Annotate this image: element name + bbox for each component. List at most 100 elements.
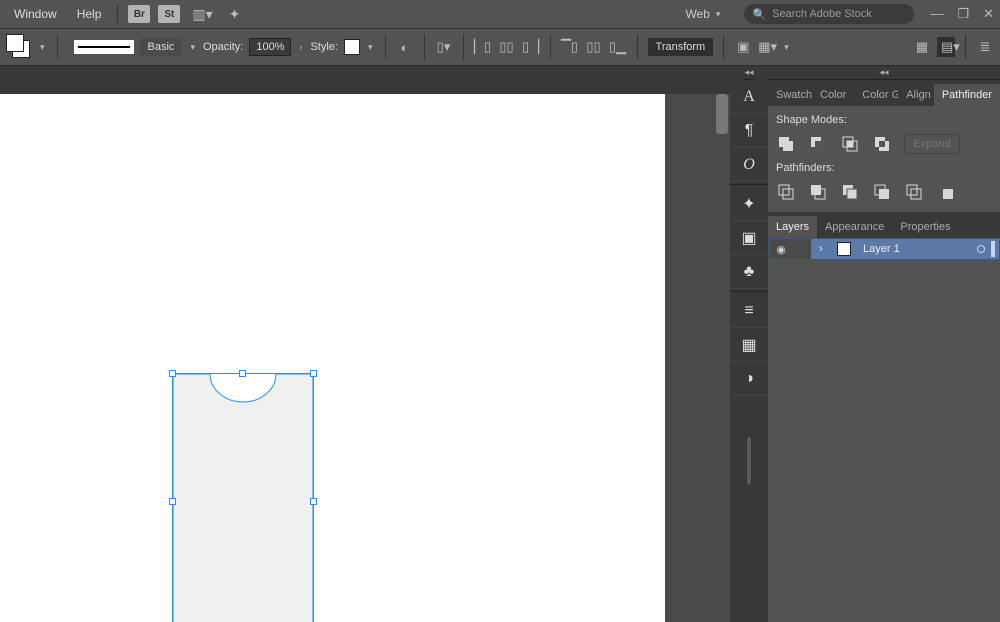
tshirt-neck-path-icon [173, 374, 313, 622]
chevron-right-icon[interactable]: › [297, 42, 304, 52]
stock-button[interactable]: St [158, 5, 180, 23]
fill-stroke-swatch[interactable] [6, 34, 32, 60]
workspace-switcher[interactable]: Web ▾ [677, 5, 730, 23]
chevron-down-icon[interactable]: ▾ [38, 42, 47, 53]
chevron-down-icon[interactable]: ▾ [782, 42, 791, 53]
scroll-thumb[interactable] [716, 94, 728, 134]
pathfinder-panel: Shape Modes: Expand Pathfinders: [768, 106, 1000, 212]
panel-dock-icon[interactable]: ▤▾ [937, 37, 955, 57]
align-right-icon[interactable]: ▯▕ [522, 39, 540, 55]
minimize-button[interactable]: — [930, 6, 943, 22]
tab-layers[interactable]: Layers [768, 216, 817, 238]
layers-tabstrip: Layers Appearance Properties [768, 212, 1000, 238]
tab-well [0, 66, 730, 94]
outline-icon[interactable] [904, 182, 924, 202]
gpu-preview-icon[interactable]: ✦ [223, 6, 247, 23]
collapse-rail-icon[interactable]: ◂◂ [744, 66, 753, 80]
align-to-icon[interactable]: ▯▾ [435, 39, 453, 55]
panel-menu-icon[interactable]: ≣ [976, 39, 994, 55]
align-panel-icon[interactable]: ▣ [730, 221, 768, 255]
right-panels: ◂◂ Swatches Color Color Guide Align Path… [768, 66, 1000, 622]
visibility-toggle-icon[interactable]: ◉ [769, 239, 793, 259]
panel-layout-icon[interactable]: ▦ [913, 39, 931, 55]
options-bar: ▾ Basic ▾ Opacity: 100% › Style: ▾ ◐ ▯▾ … [0, 28, 1000, 66]
stroke-panel-icon[interactable]: ≡ [730, 294, 768, 328]
stroke-weight-preview[interactable] [74, 40, 134, 54]
opentype-panel-icon[interactable]: O [730, 148, 768, 182]
collapsed-panels-rail: ◂◂ A ¶ O ✦ ▣ ♣ ≡ ▦ ◑ [730, 66, 768, 622]
edit-contents-icon[interactable]: ▦▾ [758, 39, 776, 55]
tab-align[interactable]: Align [898, 84, 934, 106]
character-panel-icon[interactable]: A [730, 80, 768, 114]
align-bottom-icon[interactable]: ▯▁ [609, 39, 627, 55]
isolate-icon[interactable]: ▣ [734, 39, 752, 55]
graphic-style-swatch[interactable] [344, 39, 360, 55]
separator [117, 5, 118, 23]
document-area [0, 66, 730, 622]
tab-swatches[interactable]: Swatches [768, 84, 812, 106]
layer-row[interactable]: ◉ › Layer 1 [768, 238, 1000, 260]
opacity-label: Opacity: [203, 41, 243, 53]
bridge-button[interactable]: Br [128, 5, 150, 23]
layer-name[interactable]: Layer 1 [857, 239, 906, 259]
align-left-icon[interactable]: ▏▯ [474, 39, 492, 55]
workspace-label: Web [685, 7, 709, 21]
minus-front-icon[interactable] [808, 134, 828, 154]
close-button[interactable]: ✕ [983, 6, 994, 22]
chevron-down-icon: ▾ [714, 9, 723, 20]
panel-resize-handle[interactable] [746, 436, 752, 486]
expand-button: Expand [904, 134, 960, 154]
restore-button[interactable]: ❐ [957, 6, 969, 22]
layers-panel: ◉ › Layer 1 [768, 238, 1000, 622]
transparency-panel-icon[interactable]: ◑ [730, 362, 768, 396]
intersect-icon[interactable] [840, 134, 860, 154]
divide-icon[interactable] [776, 182, 796, 202]
pathfinder-tabstrip: Swatches Color Color Guide Align Pathfin… [768, 80, 1000, 106]
shape-modes-label: Shape Modes: [776, 114, 992, 126]
gradient-panel-icon[interactable]: ▦ [730, 328, 768, 362]
align-top-icon[interactable]: ▔▯ [561, 39, 579, 55]
shape-panel-icon[interactable]: ♣ [730, 255, 768, 289]
arrange-documents-icon[interactable]: ▥▾ [186, 6, 218, 23]
merge-icon[interactable] [840, 182, 860, 202]
selected-object[interactable] [173, 374, 313, 622]
app-body: ◂◂ A ¶ O ✦ ▣ ♣ ≡ ▦ ◑ ◂◂ Swatches Color C… [0, 66, 1000, 622]
menu-bar: Window Help Br St ▥▾ ✦ Web ▾ 🔍 Search Ad… [0, 0, 1000, 28]
chevron-down-icon[interactable]: ▾ [366, 42, 375, 53]
target-icon[interactable] [977, 245, 985, 253]
tab-colorguide[interactable]: Color Guide [854, 84, 898, 106]
paragraph-panel-icon[interactable]: ¶ [730, 114, 768, 148]
vertical-scrollbar[interactable] [714, 94, 730, 622]
window-controls: — ❐ ✕ [930, 6, 994, 22]
expand-layer-icon[interactable]: › [811, 239, 831, 259]
menu-help[interactable]: Help [69, 3, 110, 25]
unite-icon[interactable] [776, 134, 796, 154]
crop-icon[interactable] [872, 182, 892, 202]
tab-appearance[interactable]: Appearance [817, 216, 892, 238]
selection-indicator [991, 241, 995, 257]
transform-panel-icon[interactable]: ✦ [730, 187, 768, 221]
recolor-artwork-icon[interactable]: ◐ [396, 40, 414, 55]
chevron-down-icon[interactable]: ▾ [188, 42, 197, 53]
stroke-profile-button[interactable]: Basic [140, 38, 183, 56]
lock-toggle[interactable] [793, 239, 811, 259]
menu-window[interactable]: Window [6, 3, 65, 25]
style-label: Style: [310, 41, 338, 53]
layer-thumbnail [837, 242, 851, 256]
search-placeholder: Search Adobe Stock [772, 8, 872, 20]
trim-icon[interactable] [808, 182, 828, 202]
transform-button[interactable]: Transform [648, 38, 714, 56]
stock-search[interactable]: 🔍 Search Adobe Stock [744, 4, 914, 24]
tab-properties[interactable]: Properties [892, 216, 958, 238]
tab-color[interactable]: Color [812, 84, 854, 106]
opacity-field[interactable]: 100% [249, 38, 291, 56]
search-icon: 🔍 [752, 8, 766, 21]
pathfinders-label: Pathfinders: [776, 162, 992, 174]
artboard[interactable] [0, 94, 665, 622]
minus-back-icon[interactable] [936, 182, 956, 202]
collapse-panels-icon[interactable]: ◂◂ [768, 66, 1000, 80]
align-hcenter-icon[interactable]: ▯▯ [498, 39, 516, 55]
exclude-icon[interactable] [872, 134, 892, 154]
align-vcenter-icon[interactable]: ▯▯ [585, 39, 603, 55]
tab-pathfinder[interactable]: Pathfinder [934, 84, 1000, 106]
